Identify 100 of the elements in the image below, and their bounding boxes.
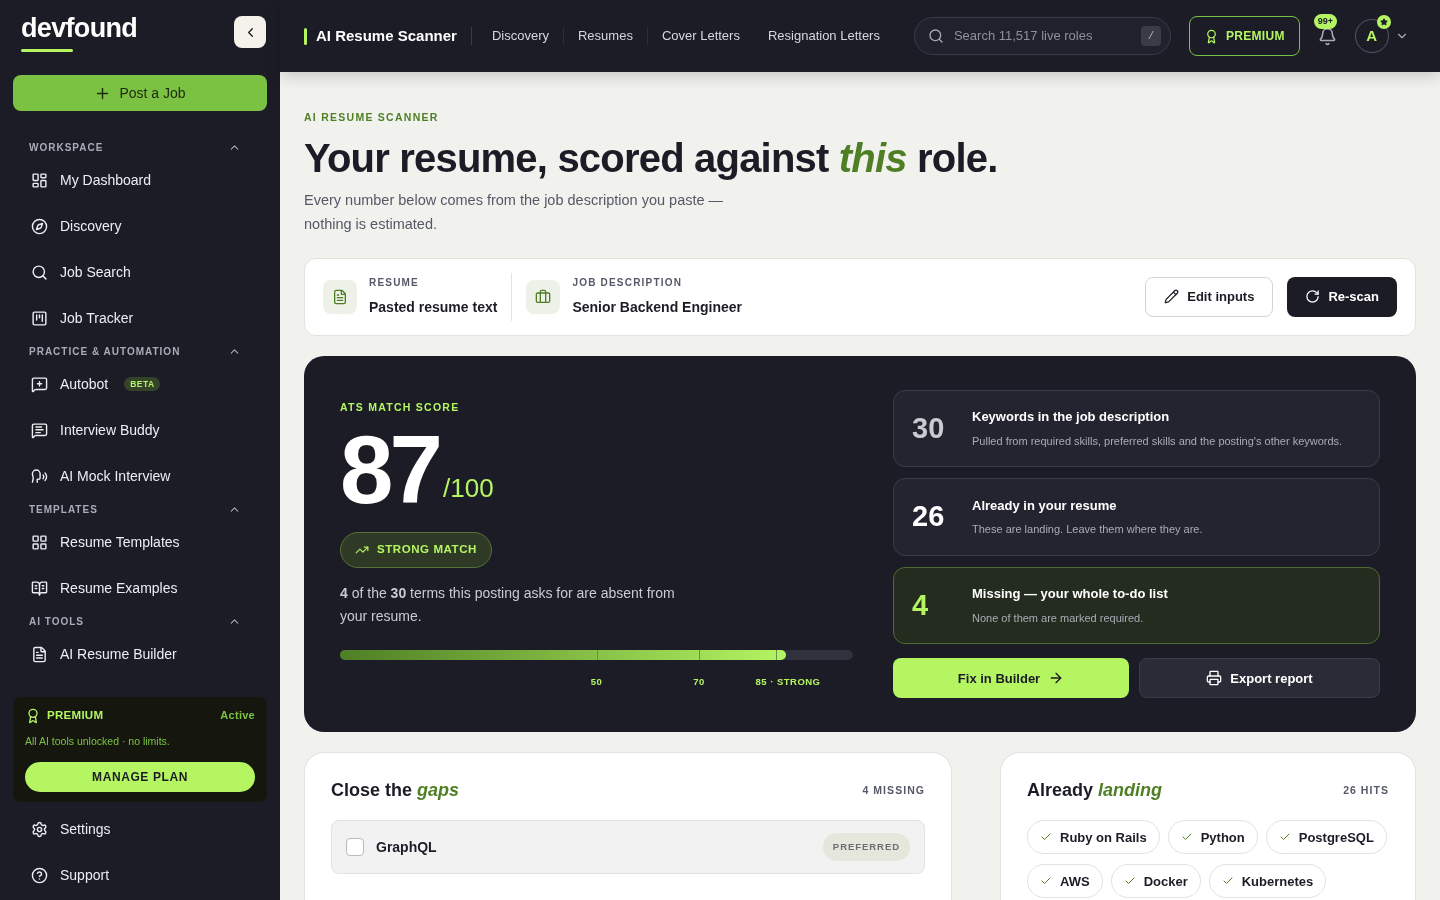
sidebar-item[interactable]: Job Tracker: [13, 295, 267, 341]
premium-status: Active: [220, 708, 255, 724]
fix-builder-button[interactable]: Fix in Builder: [893, 658, 1129, 699]
nav-label: Resume Examples: [60, 578, 178, 598]
nav-icon: [31, 171, 48, 189]
score-max: /100: [443, 471, 494, 505]
sidebar-item[interactable]: My Dashboard: [13, 157, 267, 203]
input-value: Senior Backend Engineer: [572, 298, 742, 318]
nav-label: Job Tracker: [60, 308, 134, 328]
stat-text: Pulled from required skills, preferred skills and the posting's other keywords.: [972, 433, 1343, 449]
nav-link[interactable]: Resignation Letters: [761, 26, 886, 46]
premium-note: All AI tools unlocked · no limits.: [25, 734, 171, 750]
award-icon: [25, 707, 41, 724]
nav-link[interactable]: Resumes: [571, 26, 639, 46]
section-heading: WORKSPACE: [29, 140, 104, 155]
tick-label: 50: [590, 674, 603, 689]
sidebar-item[interactable]: Resume Examples: [13, 565, 267, 611]
section-heading: PRACTICE & AUTOMATION: [29, 344, 181, 359]
export-report-button[interactable]: Export report: [1139, 658, 1380, 699]
nav-icon: [31, 579, 48, 597]
star-badge-icon: [1376, 15, 1391, 29]
sidebar-item[interactable]: Job Search: [13, 249, 267, 295]
stat-title: Already in your resume: [972, 496, 1118, 515]
sidebar-item[interactable]: Resume Templates: [13, 519, 267, 565]
input-label: JOB DESCRIPTION: [572, 276, 684, 291]
nav-icon: [31, 820, 48, 838]
nav-icon: [31, 645, 48, 663]
section-heading: TEMPLATES: [29, 502, 98, 517]
score-eyebrow: ATS MATCH SCORE: [340, 399, 461, 415]
logo[interactable]: devfound: [21, 12, 138, 44]
post-job-button[interactable]: Post a Job: [13, 75, 267, 111]
tick-label: 70: [693, 674, 705, 689]
nav-icon: [31, 467, 48, 485]
gaps-heading: Close the gaps: [331, 779, 460, 803]
nav-icon: [31, 309, 48, 327]
stat-text: None of them are marked required.: [972, 610, 1145, 626]
nav-label: Autobot: [60, 374, 109, 394]
nav-icon: [31, 375, 48, 393]
notification-badge: 99+: [1313, 13, 1337, 29]
nav-icon: [31, 533, 48, 551]
nav-label: Resume Templates: [60, 532, 180, 552]
gap-label: GraphQL: [376, 837, 437, 857]
printer-icon: [1206, 670, 1223, 687]
page-eyebrow: AI RESUME SCANNER: [304, 110, 440, 125]
hits-count: 26 HITS: [1343, 782, 1389, 798]
nav-label: My Dashboard: [60, 170, 152, 190]
sidebar-item[interactable]: Interview Buddy: [13, 407, 267, 453]
premium-button[interactable]: PREMIUM: [1188, 16, 1300, 56]
nav-icon: [31, 866, 48, 884]
edit-inputs-button[interactable]: Edit inputs: [1145, 276, 1274, 317]
gap-row[interactable]: GraphQL PREFERRED: [331, 820, 925, 875]
section-heading: AI TOOLS: [29, 614, 85, 629]
preferred-tag: PREFERRED: [822, 833, 910, 862]
sidebar-item[interactable]: Settings: [13, 806, 267, 852]
rescan-button[interactable]: Re-scan: [1287, 276, 1397, 317]
nav-label: Support: [60, 865, 110, 885]
premium-title: PREMIUM: [47, 708, 104, 723]
stat-title: Keywords in the job description: [972, 408, 1171, 427]
nav-label: AI Resume Builder: [60, 644, 177, 664]
sidebar-item[interactable]: Support: [13, 852, 267, 898]
verdict-badge: STRONG MATCH: [340, 531, 492, 568]
nav-label: AI Mock Interview: [60, 466, 171, 486]
stat-number: 4: [912, 587, 930, 623]
nav-icon: [31, 263, 48, 281]
stat-text: These are landing. Leave them where they are.: [972, 522, 1203, 538]
pencil-icon: [1164, 289, 1180, 305]
sidebar-item[interactable]: Discovery: [13, 203, 267, 249]
score-summary: 4 of the 30 terms this posting asks for are absent from your resume.: [340, 583, 676, 626]
page-heading: Your resume, scored against this role.: [304, 134, 999, 182]
landing-heading: Already landing: [1027, 779, 1163, 803]
input-icon: [323, 279, 357, 314]
page-subtitle: Every number below comes from the job description you paste — nothing is estimated.: [304, 190, 725, 234]
checkbox[interactable]: [346, 838, 364, 857]
tick-label: 85 · STRONG: [755, 674, 821, 689]
logo-underline: [21, 49, 73, 52]
page-title: AI Resume Scanner: [316, 25, 457, 46]
input-icon: [526, 279, 561, 314]
beta-badge: BETA: [124, 377, 161, 391]
collapse-button[interactable]: [234, 16, 266, 48]
sidebar-item[interactable]: AI Resume Builder: [13, 631, 267, 677]
search-input[interactable]: Search 11,517 live roles: [953, 26, 1131, 46]
bell-icon[interactable]: [1317, 26, 1337, 46]
sidebar-item[interactable]: AI Mock Interview: [13, 453, 267, 499]
nav-link[interactable]: Discovery: [485, 26, 555, 46]
nav-label: Job Search: [60, 262, 131, 282]
nav-icon: [31, 421, 48, 439]
nav-label: Interview Buddy: [60, 420, 160, 440]
missing-count: 4 MISSING: [862, 782, 925, 798]
stat-title: Missing — your whole to-do list: [972, 585, 1168, 604]
nav-link[interactable]: Cover Letters: [655, 26, 746, 46]
sidebar-item[interactable]: Autobot BETA: [13, 361, 267, 407]
manage-plan-button[interactable]: MANAGE PLAN: [25, 762, 255, 792]
refresh-icon: [1305, 289, 1321, 305]
search-field[interactable]: Search 11,517 live roles /: [913, 17, 1171, 55]
score-value: 87: [340, 421, 440, 518]
input-label: RESUME: [369, 276, 420, 291]
nav-label: Settings: [60, 819, 111, 839]
stat-number: 30: [912, 410, 946, 446]
shortcut-key: /: [1140, 26, 1161, 46]
title-accent: [304, 27, 307, 45]
